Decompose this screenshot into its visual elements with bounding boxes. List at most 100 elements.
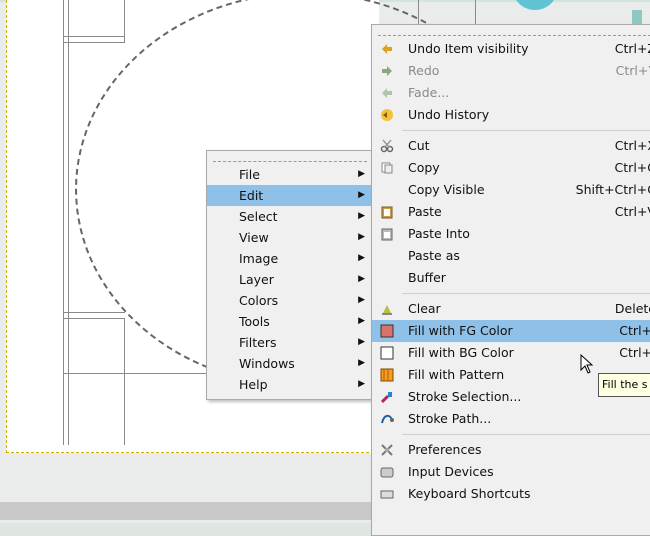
undo-item[interactable]: Undo Item visibility Ctrl+Z: [372, 38, 650, 60]
scissors-icon: [380, 139, 394, 153]
paste-into-item[interactable]: Paste Into: [372, 223, 650, 245]
redo-item[interactable]: Redo Ctrl+Y: [372, 60, 650, 82]
copy-visible-shortcut: Shift+Ctrl+C: [575, 182, 650, 197]
redo-shortcut: Ctrl+Y: [615, 63, 650, 78]
fill-pattern-label: Fill with Pattern: [408, 367, 505, 382]
buffer-item[interactable]: Buffer ▶: [372, 267, 650, 289]
fill-fg-label: Fill with FG Color: [408, 323, 513, 338]
pattern-icon: [380, 368, 394, 382]
menu-item-windows[interactable]: Windows ▶: [207, 353, 373, 374]
clear-shortcut: Delete: [614, 301, 650, 316]
keyboard-shortcuts-label: Keyboard Shortcuts: [408, 486, 531, 501]
paste-shortcut: Ctrl+V: [614, 204, 650, 219]
submenu-arrow-icon: ▶: [358, 253, 365, 263]
menu-item-label: Image: [239, 251, 279, 266]
submenu-arrow-icon: ▶: [358, 379, 365, 389]
undo-history-item[interactable]: Undo History: [372, 104, 650, 126]
buffer-label: Buffer: [408, 270, 446, 285]
copy-icon: [381, 162, 393, 174]
undo-shortcut: Ctrl+Z: [614, 41, 650, 56]
guide-line: [63, 36, 125, 37]
input-devices-label: Input Devices: [408, 464, 494, 479]
stroke-selection-label: Stroke Selection...: [408, 389, 522, 404]
fade-item[interactable]: Fade...: [372, 82, 650, 104]
menu-item-colors[interactable]: Colors ▶: [207, 290, 373, 311]
menu-item-tools[interactable]: Tools ▶: [207, 311, 373, 332]
menu-item-label: Tools: [239, 314, 270, 329]
menu-item-view[interactable]: View ▶: [207, 227, 373, 248]
fill-bg-label: Fill with BG Color: [408, 345, 514, 360]
submenu-arrow-icon: ▶: [358, 232, 365, 242]
separator: [402, 293, 650, 294]
paste-as-item[interactable]: Paste as ▶: [372, 245, 650, 267]
submenu-arrow-icon: ▶: [358, 337, 365, 347]
input-devices-item[interactable]: Input Devices: [372, 461, 650, 483]
submenu-arrow-icon: ▶: [358, 211, 365, 221]
fill-bg-shortcut: Ctrl+.: [619, 345, 650, 360]
stroke-path-item[interactable]: Stroke Path...: [372, 408, 650, 430]
keyboard-icon: [380, 490, 394, 499]
menu-item-label: Select: [239, 209, 278, 224]
guide-line: [63, 0, 64, 445]
keyboard-shortcuts-item[interactable]: Keyboard Shortcuts: [372, 483, 650, 505]
paste-item[interactable]: Paste Ctrl+V: [372, 201, 650, 223]
edit-submenu: Undo Item visibility Ctrl+Z Redo Ctrl+Y …: [371, 24, 650, 536]
paste-label: Paste: [408, 204, 442, 219]
submenu-arrow-icon: ▶: [358, 190, 365, 200]
undo-label: Undo Item visibility: [408, 41, 529, 56]
menu-item-label: Windows: [239, 356, 295, 371]
image-context-menu: File ▶ Edit ▶ Select ▶ View ▶ Image ▶ Layer ▶ …: [206, 150, 374, 400]
submenu-arrow-icon: ▶: [358, 274, 365, 284]
submenu-arrow-icon: ▶: [358, 358, 365, 368]
menu-item-label: Edit: [239, 188, 264, 203]
guide-line: [63, 318, 125, 319]
fade-icon: [382, 88, 392, 98]
menu-item-label: File: [239, 167, 260, 182]
brush-icon: [380, 392, 392, 404]
copy-visible-label: Copy Visible: [408, 182, 485, 197]
clear-item[interactable]: Clear Delete: [372, 298, 650, 320]
menu-item-file[interactable]: File ▶: [207, 164, 373, 185]
path-icon: [381, 414, 394, 424]
menu-item-label: Colors: [239, 293, 279, 308]
clear-label: Clear: [408, 301, 441, 316]
copy-visible-item[interactable]: Copy Visible Shift+Ctrl+C: [372, 179, 650, 201]
paste-into-label: Paste Into: [408, 226, 470, 241]
menu-item-label: View: [239, 230, 269, 245]
bg-color-swatch-icon: [380, 346, 394, 360]
cut-label: Cut: [408, 138, 430, 153]
undo-icon: [382, 44, 392, 54]
paste-into-icon: [381, 228, 393, 241]
submenu-arrow-icon: ▶: [358, 316, 365, 326]
cut-shortcut: Ctrl+X: [614, 138, 650, 153]
preferences-icon: [381, 444, 393, 456]
preferences-label: Preferences: [408, 442, 482, 457]
submenu-arrow-icon: ▶: [358, 295, 365, 305]
submenu-arrow-icon: ▶: [358, 169, 365, 179]
menu-item-filters[interactable]: Filters ▶: [207, 332, 373, 353]
cut-item[interactable]: Cut Ctrl+X: [372, 135, 650, 157]
fill-fg-shortcut: Ctrl+,: [619, 323, 650, 338]
fill-fg-item[interactable]: Fill with FG Color Ctrl+,: [372, 320, 650, 342]
history-icon: [381, 109, 393, 121]
horizontal-scrollbar[interactable]: [0, 502, 380, 520]
tear-off-line[interactable]: [213, 155, 367, 162]
fg-color-swatch-icon: [380, 324, 394, 338]
menu-item-edit[interactable]: Edit ▶: [207, 185, 373, 206]
teal-shape: [512, 0, 558, 10]
preferences-item[interactable]: Preferences: [372, 439, 650, 461]
mouse-cursor-icon: [580, 354, 594, 374]
copy-item[interactable]: Copy Ctrl+C: [372, 157, 650, 179]
separator: [402, 434, 650, 435]
clipboard-icon: [381, 206, 393, 219]
menu-item-select[interactable]: Select ▶: [207, 206, 373, 227]
tear-off-line[interactable]: [378, 29, 650, 36]
menu-item-image[interactable]: Image ▶: [207, 248, 373, 269]
fill-bg-item[interactable]: Fill with BG Color Ctrl+.: [372, 342, 650, 364]
menu-item-layer[interactable]: Layer ▶: [207, 269, 373, 290]
redo-label: Redo: [408, 63, 440, 78]
undo-history-label: Undo History: [408, 107, 490, 122]
copy-label: Copy: [408, 160, 440, 175]
menu-item-help[interactable]: Help ▶: [207, 374, 373, 395]
fade-label: Fade...: [408, 85, 450, 100]
